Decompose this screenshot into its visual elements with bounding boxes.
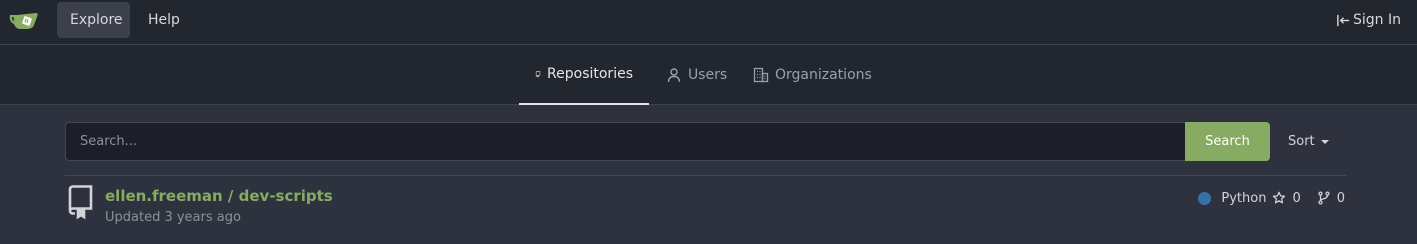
tab-organizations[interactable]: Organizations	[737, 45, 888, 105]
gitea-logo-icon[interactable]	[8, 9, 40, 33]
language-color-dot	[1198, 191, 1212, 205]
organization-icon	[753, 67, 769, 83]
sign-in-icon	[1337, 14, 1350, 26]
repo-icon	[535, 71, 541, 78]
search-input[interactable]	[65, 122, 1185, 161]
repo-forks-count: 0	[1336, 190, 1345, 206]
person-icon	[667, 68, 681, 83]
repo-meta: Python 0 0	[1198, 188, 1345, 208]
repo-name-link[interactable]: ellen.freeman / dev-scripts	[105, 187, 333, 205]
sort-label: Sort	[1288, 134, 1315, 149]
repo-updated-time: Updated 3 years ago	[105, 210, 241, 225]
tab-repositories-label: Repositories	[547, 66, 633, 82]
tab-repositories[interactable]: Repositories	[519, 45, 649, 105]
repository-icon	[68, 185, 93, 220]
nav-help-button[interactable]: Help	[135, 2, 193, 38]
top-navbar: Explore Help Sign In	[0, 0, 1417, 45]
explore-tabs: Repositories Users Organizations	[0, 45, 1417, 105]
nav-explore-button[interactable]: Explore	[57, 2, 130, 38]
fork-icon	[1318, 191, 1330, 205]
tab-users-label: Users	[688, 67, 728, 83]
sort-dropdown[interactable]: Sort	[1288, 122, 1329, 161]
star-icon	[1273, 191, 1286, 204]
sign-in-link[interactable]: Sign In	[1336, 2, 1401, 38]
sign-in-label: Sign In	[1353, 12, 1401, 28]
divider	[65, 175, 1346, 176]
caret-down-icon	[1320, 140, 1329, 144]
repo-language: Python	[1221, 190, 1267, 206]
tab-users[interactable]: Users	[650, 45, 743, 105]
search-button[interactable]: Search	[1185, 122, 1270, 161]
tab-organizations-label: Organizations	[775, 67, 872, 83]
search-form: Search	[65, 122, 1270, 161]
repo-stars-count: 0	[1292, 190, 1301, 206]
